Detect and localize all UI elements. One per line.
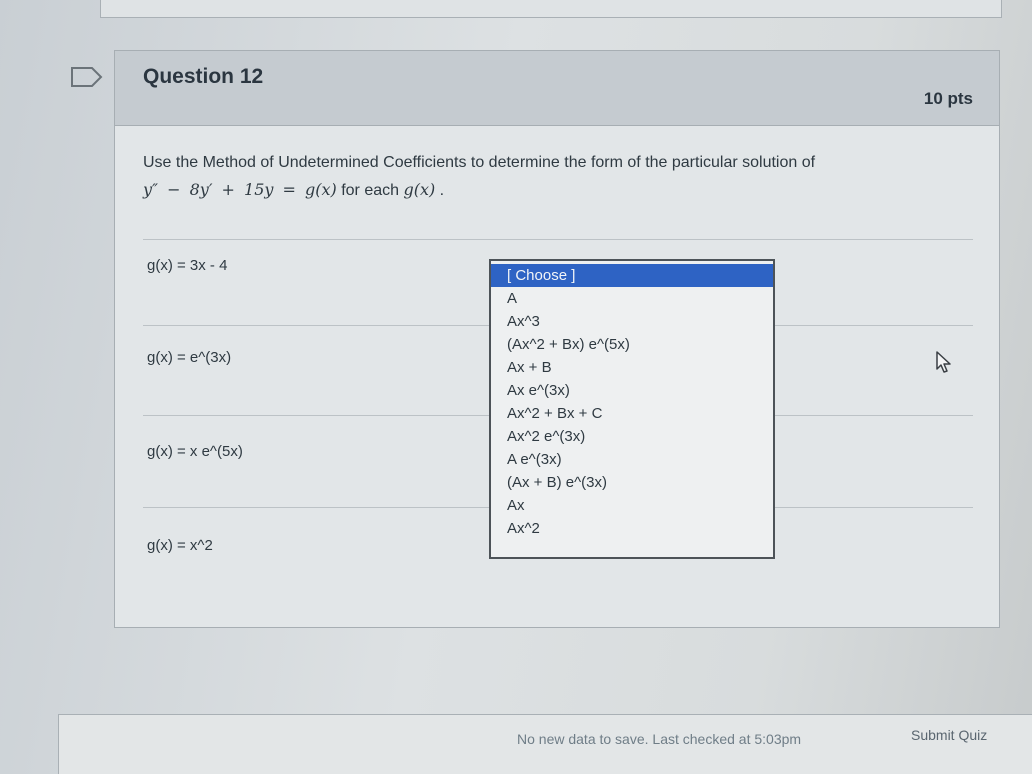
equation-function: g(x) [403, 180, 436, 199]
flag-question-icon[interactable] [70, 66, 104, 88]
question-title: Question 12 [143, 65, 264, 88]
question-header: Question 12 10 pts [115, 51, 999, 126]
answer-dropdown-list[interactable]: [ Choose ] A Ax^3 (Ax^2 + Bx) e^(5x) Ax … [489, 259, 775, 559]
answer-row-label: g(x) = x^2 [147, 537, 213, 554]
question-card: Question 12 10 pts Use the Method of Und… [114, 50, 1000, 628]
dropdown-option[interactable]: A [491, 287, 773, 310]
mouse-pointer-icon [936, 351, 951, 373]
dropdown-option[interactable]: Ax^2 [491, 517, 773, 540]
answer-row-label: g(x) = 3x - 4 [147, 257, 228, 274]
dropdown-option[interactable]: Ax e^(3x) [491, 379, 773, 402]
dropdown-option[interactable]: Ax^2 e^(3x) [491, 425, 773, 448]
instruction-text: Use the Method of Undetermined Coefficie… [143, 154, 816, 171]
question-points: 10 pts [923, 89, 973, 108]
equation-period: . [439, 182, 445, 199]
previous-question-card [100, 0, 1002, 18]
quiz-footer: No new data to save. Last checked at 5:0… [58, 714, 1032, 774]
equation-tail: for each [341, 182, 400, 199]
answer-row-label: g(x) = x e^(5x) [147, 443, 243, 460]
equation-line: y″ − 8y′ + 15y = g(x) for each g(x) . [143, 176, 815, 204]
dropdown-option[interactable]: (Ax^2 + Bx) e^(5x) [491, 333, 773, 356]
answer-row-label: g(x) = e^(3x) [147, 349, 232, 366]
question-instructions: Use the Method of Undetermined Coefficie… [143, 149, 815, 204]
divider [143, 239, 973, 240]
dropdown-option[interactable]: A e^(3x) [491, 448, 773, 471]
dropdown-option[interactable]: (Ax + B) e^(3x) [491, 471, 773, 494]
differential-equation: y″ − 8y′ + 15y = g(x) [143, 180, 337, 199]
dropdown-option[interactable]: Ax + B [491, 356, 773, 379]
submit-quiz-button[interactable]: Submit Quiz [911, 727, 987, 743]
dropdown-option[interactable]: Ax [491, 494, 773, 517]
dropdown-option[interactable]: Ax^2 + Bx + C [491, 402, 773, 425]
autosave-status: No new data to save. Last checked at 5:0… [517, 731, 802, 747]
dropdown-option[interactable]: Ax^3 [491, 310, 773, 333]
dropdown-option-choose[interactable]: [ Choose ] [491, 264, 773, 287]
